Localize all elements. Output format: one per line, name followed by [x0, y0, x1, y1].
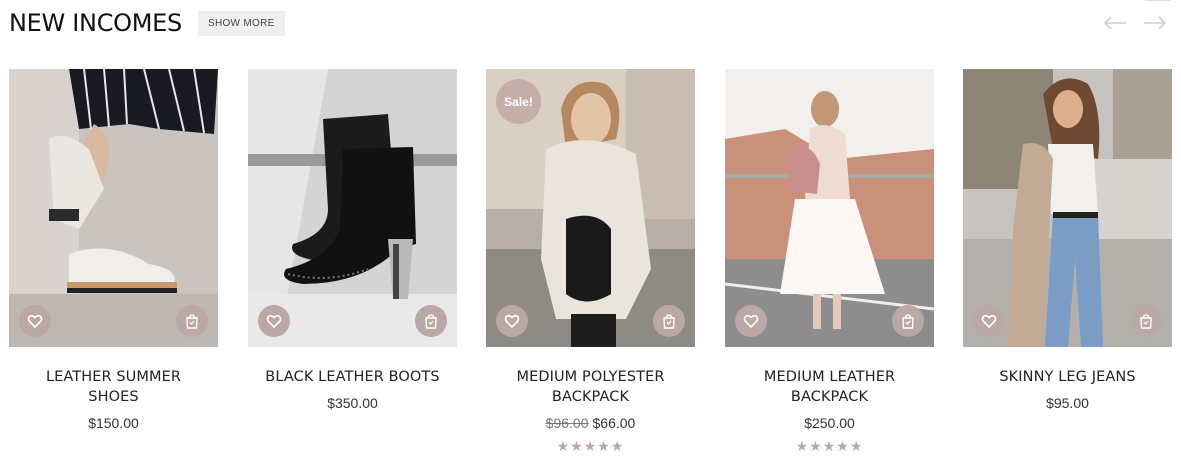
old-price: $96.00	[545, 415, 589, 431]
current-price: $150.00	[88, 415, 139, 431]
current-price: $95.00	[1046, 395, 1089, 411]
show-more-button[interactable]: SHOW MORE	[197, 10, 285, 36]
heart-icon	[27, 314, 43, 329]
star-icon: ★	[836, 438, 850, 454]
add-to-cart-button[interactable]	[892, 305, 924, 337]
product-card[interactable]: SKINNY LEG JEANS $95.00	[963, 69, 1172, 411]
star-icon: ★	[795, 438, 810, 454]
product-image[interactable]	[9, 69, 218, 347]
product-image[interactable]: Sale!	[486, 69, 695, 347]
product-carousel: LEATHER SUMMER SHOES $150.00 BLACK LEATH…	[9, 69, 1172, 469]
rating-stars: ★★★★★	[725, 439, 934, 453]
current-price: $66.00	[592, 415, 636, 431]
wishlist-button[interactable]	[258, 305, 290, 337]
star-icon: ★	[849, 438, 864, 454]
product-price: $150.00	[9, 415, 218, 431]
star-icon: ★	[809, 438, 823, 454]
product-card[interactable]: BLACK LEATHER BOOTS $350.00	[248, 69, 457, 411]
product-card[interactable]: LEATHER SUMMER SHOES $150.00	[9, 69, 218, 431]
shopping-bag-icon	[186, 314, 198, 329]
product-name[interactable]: MEDIUM LEATHER BACKPACK	[725, 367, 934, 407]
wishlist-button[interactable]	[496, 305, 528, 337]
product-price: $350.00	[248, 395, 457, 411]
wishlist-button[interactable]	[973, 305, 1005, 337]
product-image[interactable]	[248, 69, 457, 347]
heart-icon	[743, 314, 759, 329]
current-price: $250.00	[804, 415, 855, 431]
star-icon: ★	[556, 438, 571, 454]
product-price: $250.00	[725, 415, 934, 431]
section-title: NEW INCOMES	[9, 9, 182, 37]
star-icon: ★	[610, 438, 625, 454]
add-to-cart-button[interactable]	[653, 305, 685, 337]
product-name[interactable]: SKINNY LEG JEANS	[963, 367, 1172, 387]
heart-icon	[266, 314, 282, 329]
top-divider	[1145, 0, 1171, 1]
shopping-bag-icon	[1140, 314, 1152, 329]
star-icon: ★	[583, 438, 598, 454]
product-image[interactable]	[963, 69, 1172, 347]
add-to-cart-button[interactable]	[415, 305, 447, 337]
arrow-left-icon[interactable]	[1102, 10, 1128, 36]
wishlist-button[interactable]	[735, 305, 767, 337]
product-name[interactable]: MEDIUM POLYESTER BACKPACK	[486, 367, 695, 407]
add-to-cart-button[interactable]	[176, 305, 208, 337]
section-header: NEW INCOMES SHOW MORE	[9, 8, 285, 38]
star-icon: ★	[597, 438, 611, 454]
rating-stars: ★★★★★	[486, 439, 695, 453]
product-name[interactable]: BLACK LEATHER BOOTS	[248, 367, 457, 387]
arrow-right-icon[interactable]	[1142, 10, 1168, 36]
star-icon: ★	[570, 438, 584, 454]
shopping-bag-icon	[902, 314, 914, 329]
current-price: $350.00	[327, 395, 378, 411]
sale-badge: Sale!	[496, 79, 541, 124]
add-to-cart-button[interactable]	[1130, 305, 1162, 337]
product-image[interactable]	[725, 69, 934, 347]
shopping-bag-icon	[425, 314, 437, 329]
product-price: $96.00 $66.00	[486, 415, 695, 431]
heart-icon	[504, 314, 520, 329]
product-card[interactable]: Sale! MEDIUM POLYESTER BACKPACK $96.00 $6…	[486, 69, 695, 453]
wishlist-button[interactable]	[19, 305, 51, 337]
product-price: $95.00	[963, 395, 1172, 411]
product-name[interactable]: LEATHER SUMMER SHOES	[9, 367, 218, 407]
shopping-bag-icon	[663, 314, 675, 329]
product-card[interactable]: MEDIUM LEATHER BACKPACK $250.00 ★★★★★	[725, 69, 934, 453]
carousel-nav	[1102, 10, 1168, 36]
star-icon: ★	[822, 438, 837, 454]
heart-icon	[981, 314, 997, 329]
